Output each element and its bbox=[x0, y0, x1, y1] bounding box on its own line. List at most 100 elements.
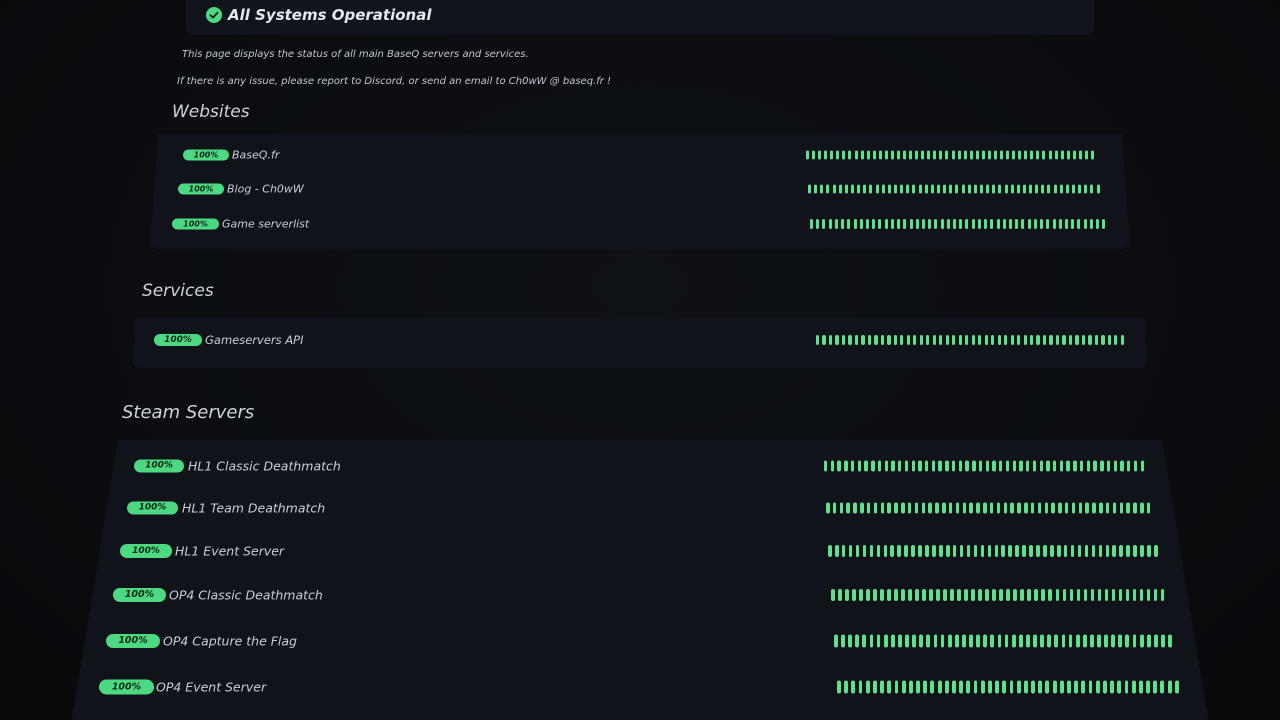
uptime-bar[interactable] bbox=[1132, 634, 1137, 648]
uptime-bar[interactable] bbox=[860, 502, 864, 514]
uptime-bar[interactable] bbox=[914, 502, 919, 514]
uptime-bar[interactable] bbox=[1167, 680, 1172, 694]
uptime-bar[interactable] bbox=[838, 589, 842, 601]
uptime-bar[interactable] bbox=[1044, 502, 1048, 514]
uptime-bar[interactable] bbox=[865, 680, 870, 694]
uptime-bar[interactable] bbox=[1104, 634, 1108, 648]
uptime-bar[interactable] bbox=[875, 184, 879, 194]
uptime-bar[interactable] bbox=[887, 502, 891, 514]
uptime-bar[interactable] bbox=[996, 502, 1001, 514]
uptime-bar[interactable] bbox=[993, 150, 997, 160]
uptime-bar[interactable] bbox=[1052, 680, 1057, 694]
uptime-bar[interactable] bbox=[1036, 335, 1040, 345]
uptime-bar[interactable] bbox=[830, 460, 835, 472]
uptime-bar[interactable] bbox=[1117, 680, 1122, 694]
uptime-bar[interactable] bbox=[1059, 680, 1064, 694]
uptime-bar[interactable] bbox=[884, 460, 888, 472]
uptime-bar[interactable] bbox=[1090, 589, 1095, 601]
uptime-bar[interactable] bbox=[921, 219, 925, 229]
uptime-bar[interactable] bbox=[1024, 150, 1028, 160]
uptime-bar[interactable] bbox=[1006, 589, 1011, 601]
service-name-gameservers-api[interactable]: Gameservers API bbox=[205, 333, 303, 347]
uptime-bar[interactable] bbox=[950, 589, 954, 601]
uptime-bar[interactable] bbox=[976, 502, 980, 514]
uptime-bar[interactable] bbox=[878, 150, 882, 160]
uptime-bar[interactable] bbox=[1097, 589, 1102, 601]
uptime-bar[interactable] bbox=[867, 335, 872, 345]
uptime-bar[interactable] bbox=[859, 589, 863, 601]
uptime-bar[interactable] bbox=[1030, 502, 1035, 514]
uptime-bar[interactable] bbox=[1174, 680, 1179, 694]
uptime-bar[interactable] bbox=[1043, 545, 1047, 557]
uptime-bar[interactable] bbox=[854, 335, 859, 345]
uptime-bar[interactable] bbox=[880, 589, 884, 601]
uptime-bar[interactable] bbox=[1075, 335, 1079, 345]
uptime-bar[interactable] bbox=[1083, 219, 1087, 229]
uptime-bar[interactable] bbox=[1096, 184, 1100, 194]
uptime-bar[interactable] bbox=[818, 150, 822, 160]
uptime-bar[interactable] bbox=[1018, 634, 1023, 648]
uptime-bar[interactable] bbox=[983, 634, 988, 648]
uptime-bar[interactable] bbox=[1000, 150, 1003, 160]
uptime-bar[interactable] bbox=[887, 589, 891, 601]
uptime-bar[interactable] bbox=[1088, 680, 1093, 694]
uptime-bar[interactable] bbox=[986, 184, 990, 194]
uptime-bar[interactable] bbox=[1006, 150, 1010, 160]
uptime-bar[interactable] bbox=[1146, 680, 1150, 694]
uptime-bar[interactable] bbox=[860, 150, 864, 160]
uptime-bar[interactable] bbox=[1070, 545, 1075, 557]
uptime-bar[interactable] bbox=[934, 219, 938, 229]
uptime-bar[interactable] bbox=[872, 150, 876, 160]
uptime-bar[interactable] bbox=[949, 184, 953, 194]
uptime-bar[interactable] bbox=[1084, 150, 1088, 160]
uptime-bar[interactable] bbox=[912, 184, 916, 194]
uptime-bar[interactable] bbox=[1027, 219, 1031, 229]
uptime-bar[interactable] bbox=[1062, 335, 1066, 345]
uptime-bar[interactable] bbox=[1036, 545, 1040, 557]
uptime-bar[interactable] bbox=[855, 634, 860, 648]
uptime-bar[interactable] bbox=[1106, 460, 1111, 472]
uptime-bar[interactable] bbox=[1084, 545, 1089, 557]
uptime-bar[interactable] bbox=[837, 680, 841, 694]
uptime-bar[interactable] bbox=[883, 634, 888, 648]
uptime-bar[interactable] bbox=[984, 335, 988, 345]
uptime-bar[interactable] bbox=[1011, 634, 1016, 648]
uptime-bar[interactable] bbox=[857, 460, 862, 472]
uptime-bar[interactable] bbox=[857, 184, 861, 194]
uptime-bar[interactable] bbox=[896, 150, 900, 160]
uptime-bar[interactable] bbox=[1118, 589, 1123, 601]
uptime-bar[interactable] bbox=[869, 545, 874, 557]
uptime-bar[interactable] bbox=[990, 219, 994, 229]
uptime-bar[interactable] bbox=[1147, 545, 1151, 557]
uptime-bar[interactable] bbox=[1160, 680, 1165, 694]
uptime-bar[interactable] bbox=[1112, 545, 1117, 557]
uptime-bar[interactable] bbox=[989, 502, 994, 514]
uptime-bar[interactable] bbox=[1004, 335, 1008, 345]
uptime-bar[interactable] bbox=[1033, 634, 1037, 648]
uptime-bar[interactable] bbox=[848, 634, 853, 648]
uptime-bar[interactable] bbox=[1072, 184, 1076, 194]
uptime-bar[interactable] bbox=[924, 184, 928, 194]
uptime-bar[interactable] bbox=[1052, 219, 1056, 229]
uptime-bar[interactable] bbox=[1140, 460, 1144, 472]
uptime-bar[interactable] bbox=[958, 335, 962, 345]
uptime-bar[interactable] bbox=[957, 589, 961, 601]
uptime-bar[interactable] bbox=[977, 219, 981, 229]
uptime-bar[interactable] bbox=[838, 184, 842, 194]
uptime-bar[interactable] bbox=[1020, 589, 1025, 601]
uptime-bar[interactable] bbox=[915, 219, 919, 229]
uptime-bar[interactable] bbox=[1041, 184, 1045, 194]
uptime-bar[interactable] bbox=[1072, 150, 1076, 160]
uptime-bar[interactable] bbox=[938, 460, 942, 472]
uptime-bar[interactable] bbox=[865, 219, 869, 229]
service-name-op4-classic-deathmatch[interactable]: OP4 Classic Deathmatch bbox=[169, 588, 323, 603]
uptime-bar[interactable] bbox=[1146, 634, 1151, 648]
uptime-bar[interactable] bbox=[1012, 150, 1016, 160]
uptime-bar[interactable] bbox=[912, 634, 916, 648]
uptime-bar[interactable] bbox=[845, 589, 849, 601]
uptime-bar[interactable] bbox=[930, 680, 935, 694]
uptime-bar[interactable] bbox=[1004, 184, 1008, 194]
uptime-bar[interactable] bbox=[1140, 545, 1144, 557]
uptime-bar[interactable] bbox=[1036, 150, 1040, 160]
uptime-bar[interactable] bbox=[1041, 589, 1046, 601]
